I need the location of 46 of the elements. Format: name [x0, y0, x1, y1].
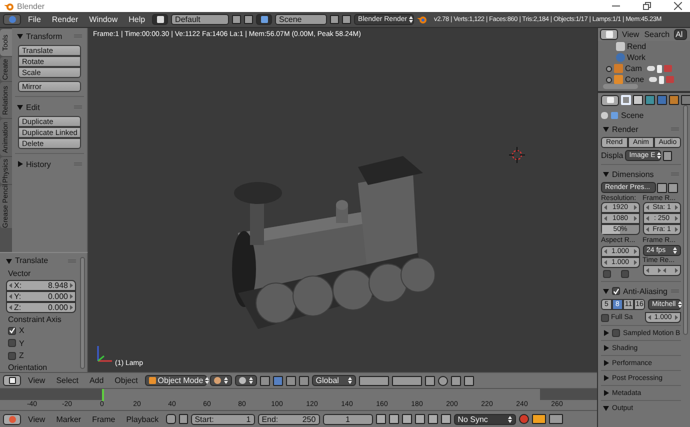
panel-header[interactable]: Translate [4, 255, 78, 267]
checkbox-label: X [19, 326, 24, 336]
display-mode-dropdown[interactable]: Al [674, 29, 687, 40]
menu-item[interactable]: Search [643, 30, 671, 39]
panel-header[interactable]: History [15, 158, 84, 170]
orientation-dropdown[interactable]: Global [312, 375, 356, 386]
menu-item[interactable]: Add [85, 376, 108, 385]
menu-item[interactable]: Help [124, 15, 150, 24]
menu-item[interactable]: Render [48, 15, 82, 24]
menu-item[interactable]: View [621, 30, 640, 39]
menu-item[interactable]: File [24, 15, 45, 24]
field-label: Vector [7, 268, 32, 278]
number-field[interactable]: X: 8.948 [6, 280, 76, 291]
panel-header[interactable]: Dimensions [601, 168, 681, 180]
scene-field[interactable]: Scene [275, 14, 328, 25]
menu-item[interactable]: View [24, 414, 50, 424]
menu-item[interactable]: Window [85, 15, 122, 24]
end-frame-field[interactable]: End: 250 [258, 414, 320, 424]
field-label: Displa [601, 151, 624, 160]
field-label: Constraint Axis [7, 314, 62, 324]
outliner-item[interactable]: Work [627, 53, 646, 62]
outliner-item[interactable]: Cam [625, 64, 642, 73]
screen-layout-field[interactable]: Default [171, 14, 230, 25]
menu-item[interactable]: Frame [88, 414, 120, 424]
start-frame-field[interactable]: Start: 1 [190, 414, 255, 424]
panel-header[interactable]: Anti-Aliasing [601, 285, 681, 297]
checkbox-label: Z [19, 351, 24, 360]
current-frame-field[interactable]: 1 [322, 414, 373, 424]
panel-header[interactable]: Render [601, 123, 681, 135]
menu-item[interactable]: Select [52, 376, 82, 385]
mode-dropdown[interactable]: Object Mode [144, 375, 207, 386]
panel-header[interactable]: Transform [15, 30, 84, 42]
menu-item[interactable]: Playback [122, 414, 163, 424]
outliner-item[interactable]: Rend [627, 42, 646, 51]
menu-item[interactable]: Object [110, 376, 142, 385]
menu-item[interactable]: View [24, 376, 50, 385]
number-field[interactable]: Y: 0.000 [6, 290, 76, 302]
number-field[interactable]: Z: 0.000 [6, 302, 76, 313]
sync-dropdown[interactable]: No Sync [454, 414, 516, 424]
panel-header[interactable]: Edit [15, 101, 84, 113]
window-title: Blender [17, 2, 46, 10]
checkbox-label: Y [19, 338, 24, 348]
context-path: Scene [621, 110, 644, 120]
field-label: Orientation [7, 362, 48, 372]
outliner-item[interactable]: Cone [625, 75, 644, 84]
menu-item[interactable]: Marker [52, 414, 86, 424]
